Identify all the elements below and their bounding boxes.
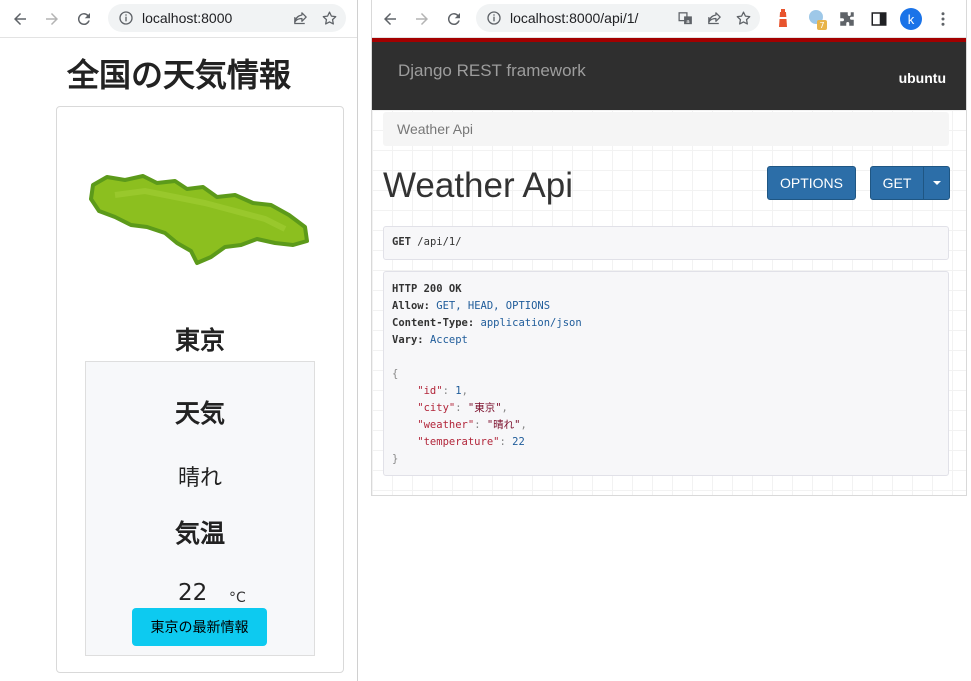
breadcrumb-item[interactable]: Weather Api [397, 121, 473, 137]
weather-info-panel: 天気 晴れ 気温 22 °C 東京の最新情報 [85, 361, 315, 656]
page-title: 全国の天気情報 [66, 56, 291, 94]
bookmark-star-icon[interactable] [321, 10, 338, 27]
left-browser-window: localhost:8000 全国の天気情報 東京 天気 晴れ 気温 22 °C… [0, 0, 358, 681]
forward-arrow-icon[interactable] [406, 3, 438, 35]
json-close-brace: } [392, 453, 399, 465]
extension-icon[interactable] [838, 10, 856, 28]
get-format-dropdown[interactable] [923, 166, 950, 200]
header-content-type: Content-Type: application/json [392, 317, 582, 329]
json-line: "city": "東京", [392, 402, 508, 414]
drf-content: Weather Api Weather Api OPTIONS GET GET … [372, 110, 966, 495]
json-value: "東京" [467, 402, 502, 414]
browser-toolbar: localhost:8000/api/1/ a 7 k [372, 0, 966, 38]
weather-value: 晴れ [177, 466, 222, 491]
request-path: /api/1/ [417, 236, 462, 248]
back-arrow-icon[interactable] [4, 3, 36, 35]
info-icon[interactable] [118, 10, 134, 26]
json-value: 22 [512, 436, 525, 448]
json-open-brace: { [392, 368, 399, 380]
address-bar[interactable]: localhost:8000/api/1/ a [476, 4, 760, 32]
svg-text:a: a [686, 18, 689, 24]
header-allow: Allow: GET, HEAD, OPTIONS [392, 300, 551, 312]
json-key: "city" [392, 402, 456, 414]
city-name: 東京 [174, 326, 225, 355]
info-icon[interactable] [486, 10, 502, 26]
extension-lighthouse-icon[interactable] [774, 9, 792, 29]
share-icon[interactable] [292, 10, 309, 27]
forward-arrow-icon[interactable] [36, 3, 68, 35]
weather-card: 東京 天気 晴れ 気温 22 °C 東京の最新情報 [56, 106, 344, 673]
json-value: "晴れ" [486, 419, 521, 431]
latest-info-button[interactable]: 東京の最新情報 [132, 608, 267, 646]
profile-avatar[interactable]: k [900, 8, 922, 30]
drf-user-menu[interactable]: ubuntu [899, 70, 946, 86]
back-arrow-icon[interactable] [374, 3, 406, 35]
json-key: "temperature" [392, 436, 500, 448]
response-status: HTTP 200 OK [392, 283, 462, 295]
browser-toolbar: localhost:8000 [0, 0, 357, 38]
options-button[interactable]: OPTIONS [767, 166, 856, 200]
extension-badge-icon[interactable]: 7 [806, 7, 828, 31]
reload-icon[interactable] [68, 3, 100, 35]
omnibox-actions: a [677, 4, 752, 32]
json-line: "temperature": 22 [392, 436, 525, 448]
url-text: localhost:8000 [142, 10, 233, 26]
weather-page: 全国の天気情報 東京 天気 晴れ 気温 22 °C 東京の最新情報 [0, 38, 357, 681]
temperature-value: 22 [178, 580, 208, 606]
url-text: localhost:8000/api/1/ [510, 10, 639, 26]
menu-icon[interactable] [934, 10, 952, 28]
right-browser-window: localhost:8000/api/1/ a 7 k Django REST … [371, 0, 967, 496]
page-title: Weather Api [383, 166, 574, 205]
drf-navbar: Django REST framework ubuntu [372, 42, 966, 110]
get-button[interactable]: GET [870, 166, 924, 200]
tokyo-map-image [89, 174, 309, 265]
json-line: "id": 1, [392, 385, 468, 397]
caret-down-icon [932, 181, 941, 185]
temperature-label: 気温 [174, 519, 225, 548]
extension-badge-count: 7 [819, 21, 824, 30]
side-panel-icon[interactable] [870, 10, 888, 28]
reload-icon[interactable] [438, 3, 470, 35]
request-info: GET /api/1/ [383, 226, 949, 260]
translate-icon[interactable]: a [677, 10, 694, 27]
bookmark-star-icon[interactable] [735, 10, 752, 27]
omnibox-actions [292, 4, 338, 32]
json-key: "id" [392, 385, 443, 397]
response-info: HTTP 200 OK Allow: GET, HEAD, OPTIONS Cont… [383, 271, 949, 476]
json-key: "weather" [392, 419, 475, 431]
address-bar[interactable]: localhost:8000 [108, 4, 346, 32]
share-icon[interactable] [706, 10, 723, 27]
request-method: GET [392, 236, 411, 248]
breadcrumb: Weather Api [383, 112, 949, 146]
temperature-unit: °C [229, 590, 246, 606]
drf-brand-link[interactable]: Django REST framework [398, 61, 586, 81]
json-line: "weather": "晴れ", [392, 419, 527, 431]
json-body: "id": 1, "city": "東京", "weather": "晴れ", … [392, 383, 940, 451]
header-vary: Vary: Accept [392, 334, 468, 346]
weather-label: 天気 [174, 399, 225, 428]
